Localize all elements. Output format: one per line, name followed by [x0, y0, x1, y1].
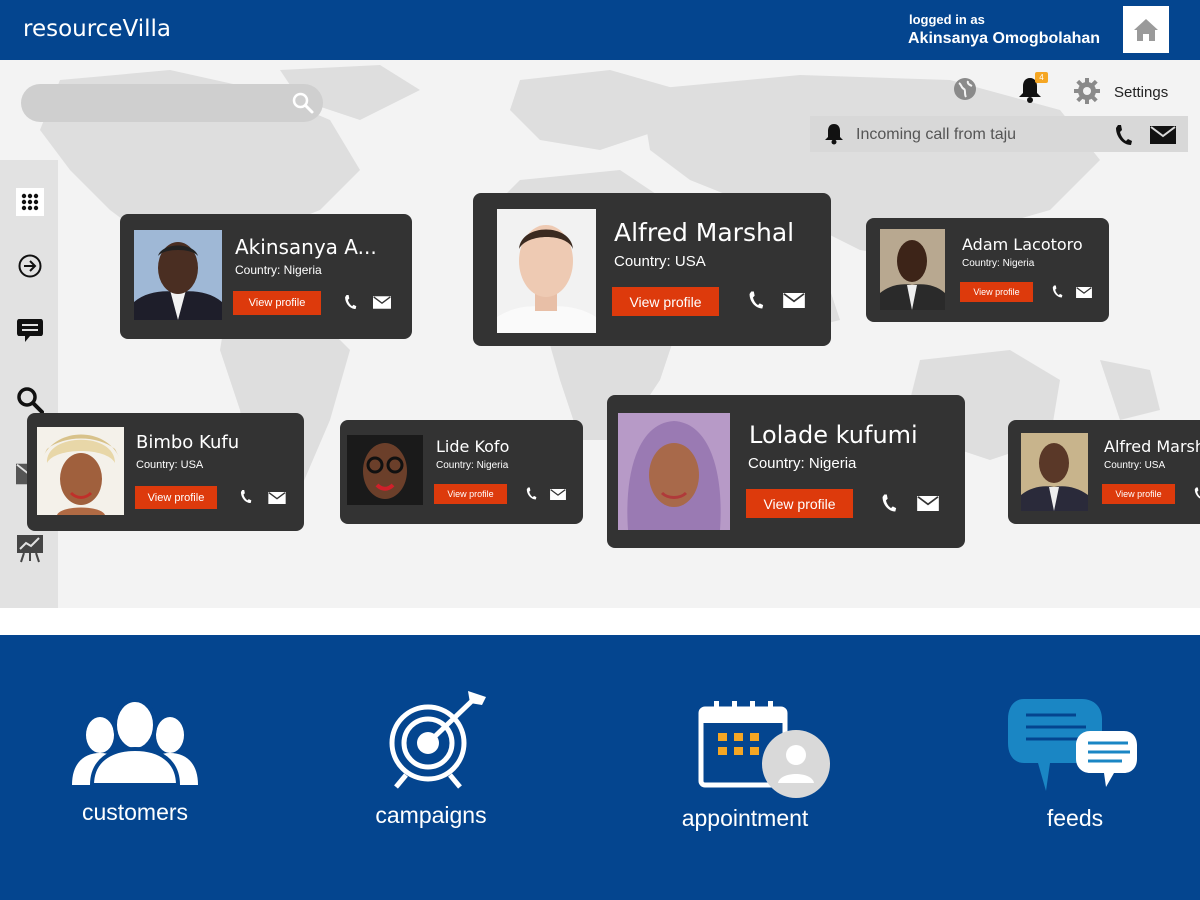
apps-grid-button[interactable]	[16, 188, 44, 216]
contact-country: Country: USA	[1104, 460, 1166, 471]
contact-country: Country: Nigeria	[436, 460, 509, 471]
chat-icon	[17, 319, 43, 342]
nav-customers[interactable]: customers	[60, 695, 210, 835]
phone-icon[interactable]	[525, 486, 537, 501]
logged-in-label: logged in as	[909, 12, 985, 27]
main-area: 4 Settings Incoming call from taju Akins…	[0, 60, 1200, 608]
avatar[interactable]	[134, 230, 222, 320]
chart-board-icon	[17, 535, 43, 563]
brand-logo[interactable]: resourceVilla	[23, 16, 171, 42]
contact-name: Alfred Marshal	[1104, 437, 1200, 456]
search-icon[interactable]	[291, 91, 315, 115]
search-side-button[interactable]	[16, 386, 44, 414]
nav-campaigns[interactable]: campaigns	[356, 687, 506, 835]
search-input[interactable]	[35, 90, 285, 116]
phone-icon[interactable]	[239, 488, 252, 505]
user-name[interactable]: Akinsanya Omogbolahan	[908, 30, 1100, 48]
phone-icon[interactable]	[880, 492, 897, 514]
home-button[interactable]	[1123, 6, 1169, 53]
gear-icon[interactable]	[1074, 78, 1100, 104]
contact-name: Lide Kofo	[436, 437, 510, 456]
contact-card: Bimbo Kufu Country: USA View profile	[27, 413, 304, 531]
analytics-button[interactable]	[16, 534, 44, 563]
view-profile-button[interactable]: View profile	[612, 287, 719, 316]
arrow-circle-icon	[18, 254, 42, 278]
feeds-chat-icon	[1008, 699, 1137, 791]
contact-country: Country: Nigeria	[748, 455, 857, 472]
nav-feeds-label: feeds	[1046, 805, 1104, 831]
mail-icon[interactable]	[1076, 287, 1092, 298]
contact-name: Lolade kufumi	[749, 421, 918, 449]
view-profile-button[interactable]: View profile	[135, 486, 217, 509]
bell-icon	[825, 124, 843, 145]
incoming-call-bar: Incoming call from taju	[810, 116, 1188, 152]
view-profile-button[interactable]: View profile	[1102, 484, 1175, 504]
mail-icon[interactable]	[268, 492, 286, 504]
mail-icon[interactable]	[373, 296, 391, 309]
view-profile-button[interactable]: View profile	[434, 484, 507, 504]
contact-name: Akinsanya A...	[235, 235, 377, 259]
mail-icon[interactable]	[550, 489, 566, 500]
nav-feeds[interactable]: feeds	[1000, 695, 1150, 835]
phone-icon[interactable]	[343, 293, 357, 311]
contact-name: Bimbo Kufu	[136, 432, 240, 453]
avatar[interactable]	[1021, 433, 1088, 511]
left-toolbar	[0, 160, 58, 608]
contact-country: Country: Nigeria	[962, 258, 1035, 269]
search-bar	[21, 84, 323, 122]
contact-card: Alfred Marshal Country: USA View profile	[473, 193, 831, 346]
contact-country: Country: USA	[136, 459, 204, 471]
avatar[interactable]	[880, 229, 945, 310]
contact-card: Adam Lacotoro Country: Nigeria View prof…	[866, 218, 1109, 322]
contact-card: Lide Kofo Country: Nigeria View profile	[340, 420, 583, 524]
avatar[interactable]	[618, 413, 730, 530]
target-icon	[389, 691, 486, 789]
view-profile-button[interactable]: View profile	[960, 282, 1033, 302]
home-icon	[1134, 18, 1158, 41]
top-bar: resourceVilla logged in as Akinsanya Omo…	[0, 0, 1200, 60]
phone-icon[interactable]	[747, 289, 764, 311]
contact-card: Akinsanya A... Country: Nigeria View pro…	[120, 214, 412, 339]
view-profile-button[interactable]: View profile	[233, 291, 321, 315]
contact-country: Country: USA	[614, 253, 706, 270]
nav-appointment-label: appointment	[681, 805, 809, 831]
mail-icon[interactable]	[917, 496, 939, 511]
calendar-icon	[698, 701, 830, 798]
nav-campaigns-label: campaigns	[375, 802, 487, 828]
contact-name: Alfred Marshal	[614, 218, 795, 247]
chat-button[interactable]	[16, 316, 44, 344]
contact-card: Alfred Marshal Country: USA View profile	[1008, 420, 1200, 524]
settings-link[interactable]: Settings	[1114, 84, 1168, 101]
forward-button[interactable]	[16, 252, 44, 280]
grid-icon	[21, 193, 39, 211]
mail-icon[interactable]	[783, 293, 805, 308]
contact-country: Country: Nigeria	[235, 263, 322, 277]
search-icon	[17, 387, 44, 414]
nav-appointment[interactable]: appointment	[670, 697, 840, 837]
avatar[interactable]	[497, 209, 596, 333]
bottom-nav: customers campaigns appointment feeds	[0, 635, 1200, 900]
phone-icon[interactable]	[1051, 284, 1063, 299]
notification-count-badge: 4	[1035, 72, 1048, 83]
nav-customers-label: customers	[81, 799, 189, 825]
incoming-call-text: Incoming call from taju	[856, 126, 1017, 143]
avatar[interactable]	[347, 435, 423, 505]
contact-name: Adam Lacotoro	[962, 235, 1083, 254]
phone-icon[interactable]	[1193, 486, 1200, 501]
customers-icon	[72, 698, 198, 785]
phone-icon[interactable]	[1113, 124, 1133, 146]
contact-card: Lolade kufumi Country: Nigeria View prof…	[607, 395, 965, 548]
view-profile-button[interactable]: View profile	[746, 489, 853, 518]
mail-icon[interactable]	[1150, 126, 1176, 144]
avatar[interactable]	[37, 427, 124, 515]
globe-icon[interactable]	[953, 77, 977, 101]
